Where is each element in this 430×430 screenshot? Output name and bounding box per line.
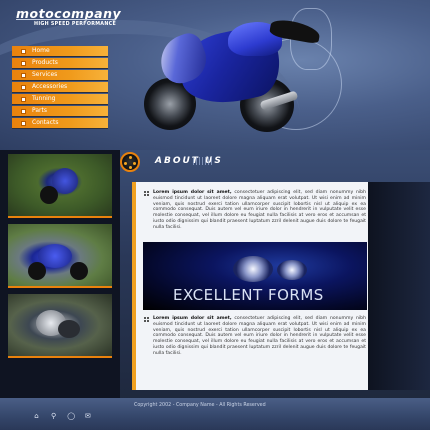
paragraph-text: Lorem ipsum dolor sit amet, consectetuer… [144,316,366,357]
headlight-shape [277,260,307,280]
sitemap-icon[interactable]: ⚲ [50,413,57,420]
wheel-shape [40,186,58,204]
motorcycle-image [140,8,342,133]
icon-dot [124,162,127,165]
nav-item-home[interactable]: Home [12,46,108,57]
logo[interactable]: motocompany HIGH SPEED PERFORMANCE [16,6,121,40]
paragraph-body: consectetuer adipiscing elit, sed diam n… [153,316,366,356]
photo-column [0,150,120,400]
bullet-dots-icon [144,317,149,322]
headlight-shape [233,256,273,282]
icon-dot [133,162,136,165]
nav-item-label: Tunning [32,95,56,102]
rider-photo-2 [8,224,112,288]
square-bullet-icon [21,48,26,54]
main-nav: Home Products Services Accessories Tunni… [12,46,108,130]
rider-photo-1 [8,154,112,218]
content-edge [368,182,430,390]
icon-dot [128,156,132,159]
nav-item-label: Home [32,47,50,54]
square-bullet-icon [21,120,26,126]
bike-shape [58,320,80,338]
nav-item-label: Contacts [32,119,59,126]
wheel-shape [28,262,46,280]
nav-item-label: Parts [32,107,47,114]
icon-dot [128,166,132,169]
content-panel: Lorem ipsum dolor sit amet, consectetuer… [132,182,372,390]
intro-paragraph: Lorem ipsum dolor sit amet, consectetuer… [144,190,366,231]
square-bullet-icon [21,84,26,90]
nav-item-contacts[interactable]: Contacts [12,118,108,129]
header: motocompany HIGH SPEED PERFORMANCE Home … [0,0,430,150]
paragraph-text: Lorem ipsum dolor sit amet, consectetuer… [144,190,366,231]
nav-item-tunning[interactable]: Tunning [12,94,108,105]
square-bullet-icon [21,60,26,66]
nav-item-label: Products [32,59,58,66]
feature-banner: Excellent Forms [143,242,367,310]
square-bullet-icon [21,108,26,114]
nav-item-parts[interactable]: Parts [12,106,108,117]
rider-photo-3 [8,294,112,358]
search-icon[interactable]: ◯ [67,413,75,420]
paragraph-body: consectetuer adipiscing elit, sed diam n… [153,190,366,230]
footer-icons: ⌂ ⚲ ◯ ✉ [33,403,96,420]
nav-item-label: Accessories [32,83,68,90]
second-paragraph: Lorem ipsum dolor sit amet, consectetuer… [144,316,366,357]
nav-item-accessories[interactable]: Accessories [12,82,108,93]
page: motocompany HIGH SPEED PERFORMANCE Home … [0,0,430,430]
home-icon[interactable]: ⌂ [33,413,40,420]
bullet-dots-icon [144,191,149,196]
nav-item-services[interactable]: Services [12,70,108,81]
copyright-text: Copyright 2002 - Company Name - All Righ… [134,403,266,408]
paragraph-lead: Lorem ipsum dolor sit amet, [153,316,232,321]
square-bullet-icon [21,72,26,78]
wheel-shape [70,262,88,280]
logo-underline [16,19,116,20]
paragraph-lead: Lorem ipsum dolor sit amet, [153,190,232,195]
mail-icon[interactable]: ✉ [84,413,91,420]
footer: ⌂ ⚲ ◯ ✉ Copyright 2002 - Company Name - … [0,398,430,430]
nav-item-label: Services [32,71,58,78]
title-stripes [193,157,213,165]
nav-item-products[interactable]: Products [12,58,108,69]
banner-text: Excellent Forms [173,286,324,304]
square-bullet-icon [21,96,26,102]
tagline: HIGH SPEED PERFORMANCE [34,22,117,27]
about-gear-icon [120,152,140,172]
